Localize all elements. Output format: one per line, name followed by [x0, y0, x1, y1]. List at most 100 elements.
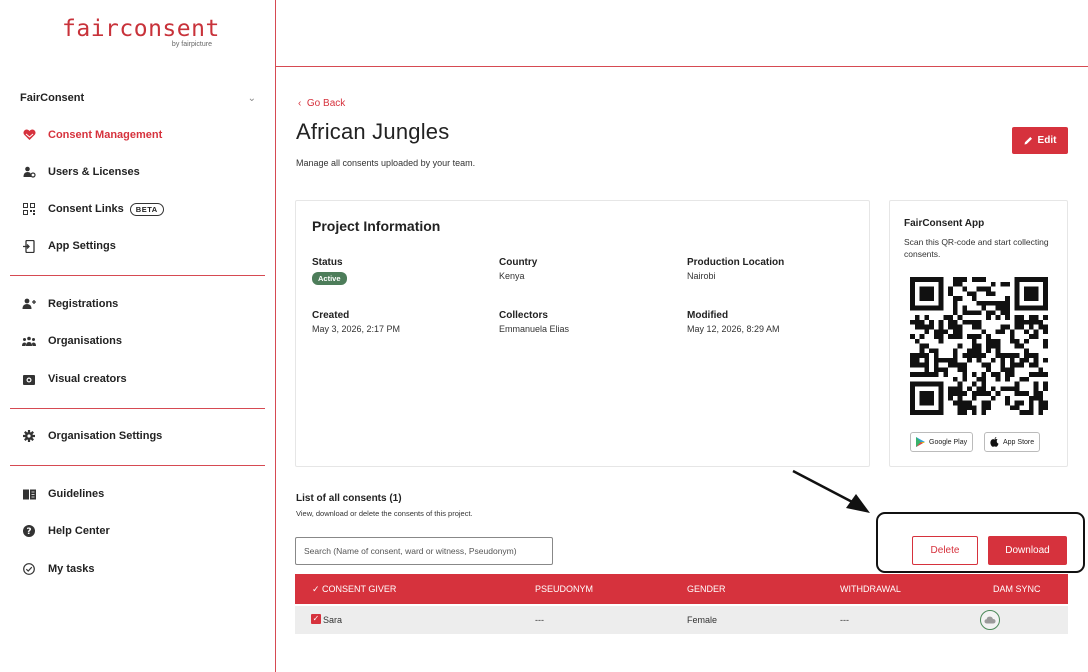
sidebar-item-consent-links[interactable]: Consent Links BETA [22, 201, 164, 217]
go-back-link[interactable]: ‹ Go Back [298, 98, 345, 109]
sidebar-item-help-center[interactable]: ? Help Center [22, 523, 110, 539]
sidebar-item-app-settings[interactable]: App Settings [22, 238, 116, 254]
project-info-card: Project Information Status Active Countr… [295, 200, 870, 467]
column-header-dam-sync: DAM SYNC [993, 584, 1041, 594]
sidebar-item-label: My tasks [48, 563, 95, 575]
collectors-field: Collectors Emmanuela Elias [499, 310, 669, 334]
user-plus-icon [22, 297, 36, 311]
row-checkbox[interactable]: ✓ [311, 614, 321, 624]
sidebar-item-visual-creators[interactable]: Visual creators [22, 371, 127, 387]
country-field: Country Kenya [499, 257, 669, 281]
sidebar-group-title: FairConsent [20, 92, 85, 104]
sidebar-item-label: Consent Links [48, 203, 124, 215]
chevron-down-icon: ⌄ [247, 92, 256, 104]
collectors-value: Emmanuela Elias [499, 324, 570, 334]
group-icon [22, 334, 36, 348]
apple-icon [990, 437, 999, 447]
sidebar-item-label: Organisations [48, 335, 122, 347]
modified-value: May 12, 2026, 8:29 AM [687, 324, 780, 334]
go-back-label: Go Back [306, 98, 346, 109]
google-play-label: Google Play [929, 438, 968, 446]
consents-list-title: List of all consents (1) [296, 493, 402, 504]
fairconsent-app-card: FairConsent App Scan this QR-code and st… [889, 200, 1068, 467]
page-description: Manage all consents uploaded by your tea… [296, 158, 476, 168]
project-info-title: Project Information [312, 218, 441, 234]
sidebar-item-organisation-settings[interactable]: Organisation Settings [22, 428, 162, 444]
status-badge: Active [312, 272, 347, 285]
app-card-title: FairConsent App [904, 218, 985, 229]
table-row[interactable]: ✓ Sara --- Female --- [295, 606, 1068, 634]
country-label: Country [499, 257, 538, 268]
modified-label: Modified [687, 310, 729, 321]
sidebar: fairconsent by fairpicture FairConsent ⌄… [0, 0, 276, 672]
edit-label: Edit [1037, 135, 1057, 146]
qr-code-icon [22, 202, 36, 216]
table-header: ✓ CONSENT GIVER PSEUDONYM GENDER WITHDRA… [295, 574, 1068, 604]
google-play-icon [916, 437, 925, 447]
app-store-label: App Store [1003, 438, 1035, 446]
sidebar-divider [10, 408, 265, 409]
status-field: Status Active [312, 257, 482, 286]
sidebar-item-guidelines[interactable]: Guidelines [22, 486, 104, 502]
delete-button[interactable]: Delete [912, 536, 978, 565]
location-value: Nairobi [687, 271, 716, 281]
book-icon [22, 487, 36, 501]
gear-icon [22, 429, 36, 443]
column-header-gender: GENDER [687, 584, 726, 594]
sidebar-item-label: Organisation Settings [48, 430, 163, 442]
column-header-consent-giver[interactable]: ✓ CONSENT GIVER [312, 584, 396, 595]
sidebar-item-registrations[interactable]: Registrations [22, 296, 118, 312]
sidebar-item-label: Registrations [48, 298, 119, 310]
sidebar-divider [10, 465, 265, 466]
sidebar-item-label: Visual creators [48, 373, 127, 385]
help-icon: ? [22, 524, 36, 538]
brand-name: fairconsent [62, 16, 220, 42]
sidebar-item-users-licenses[interactable]: Users & Licenses [22, 164, 140, 180]
created-value: May 3, 2026, 2:17 PM [312, 324, 401, 334]
consents-list-description: View, download or delete the consents of… [296, 509, 473, 518]
cell-withdrawal: --- [840, 615, 849, 625]
app-card-description: Scan this QR-code and start collecting c… [904, 237, 1049, 259]
sidebar-item-consent-management[interactable]: Consent Management [22, 127, 162, 143]
check-circle-icon [22, 562, 36, 576]
sidebar-item-label: Consent Management [48, 129, 163, 141]
svg-text:?: ? [26, 527, 31, 537]
country-value: Kenya [499, 271, 525, 281]
search-input[interactable] [295, 537, 553, 565]
camera-icon [22, 372, 36, 386]
header-divider [276, 66, 1088, 67]
download-button[interactable]: Download [988, 536, 1067, 565]
sidebar-item-my-tasks[interactable]: My tasks [22, 561, 94, 577]
modified-field: Modified May 12, 2026, 8:29 AM [687, 310, 857, 334]
brand-sub: by fairpicture [171, 41, 212, 48]
column-header-withdrawal: WITHDRAWAL [840, 584, 901, 594]
edit-button[interactable]: Edit [1012, 127, 1068, 154]
app-store-button[interactable]: App Store [984, 432, 1041, 452]
location-field: Production Location Nairobi [687, 257, 857, 281]
cell-gender: Female [687, 615, 718, 625]
app-settings-icon [22, 239, 36, 253]
sidebar-divider [10, 275, 265, 276]
cloud-sync-icon[interactable] [980, 610, 1000, 630]
heart-icon [22, 128, 36, 142]
chevron-left-icon: ‹ [298, 98, 302, 109]
sidebar-item-label: Guidelines [48, 488, 105, 500]
column-header-label: CONSENT GIVER [322, 584, 397, 594]
sidebar-group-header[interactable]: FairConsent ⌄ [20, 91, 256, 105]
location-label: Production Location [687, 257, 785, 268]
sidebar-item-label: Help Center [48, 525, 110, 537]
status-label: Status [312, 257, 343, 268]
qr-code-image [910, 277, 1048, 415]
pencil-icon [1024, 137, 1032, 145]
brand-logo[interactable]: fairconsent by fairpicture [62, 16, 220, 49]
collectors-label: Collectors [499, 310, 548, 321]
google-play-button[interactable]: Google Play [910, 432, 974, 452]
sidebar-item-organisations[interactable]: Organisations [22, 333, 122, 349]
annotation-arrow [792, 469, 870, 513]
cell-pseudonym: --- [535, 615, 544, 625]
column-header-pseudonym: PSEUDONYM [535, 584, 594, 594]
page-title: African Jungles [296, 119, 450, 144]
cell-consent-giver: Sara [323, 615, 343, 625]
users-gear-icon [22, 165, 36, 179]
beta-badge: BETA [129, 202, 164, 216]
